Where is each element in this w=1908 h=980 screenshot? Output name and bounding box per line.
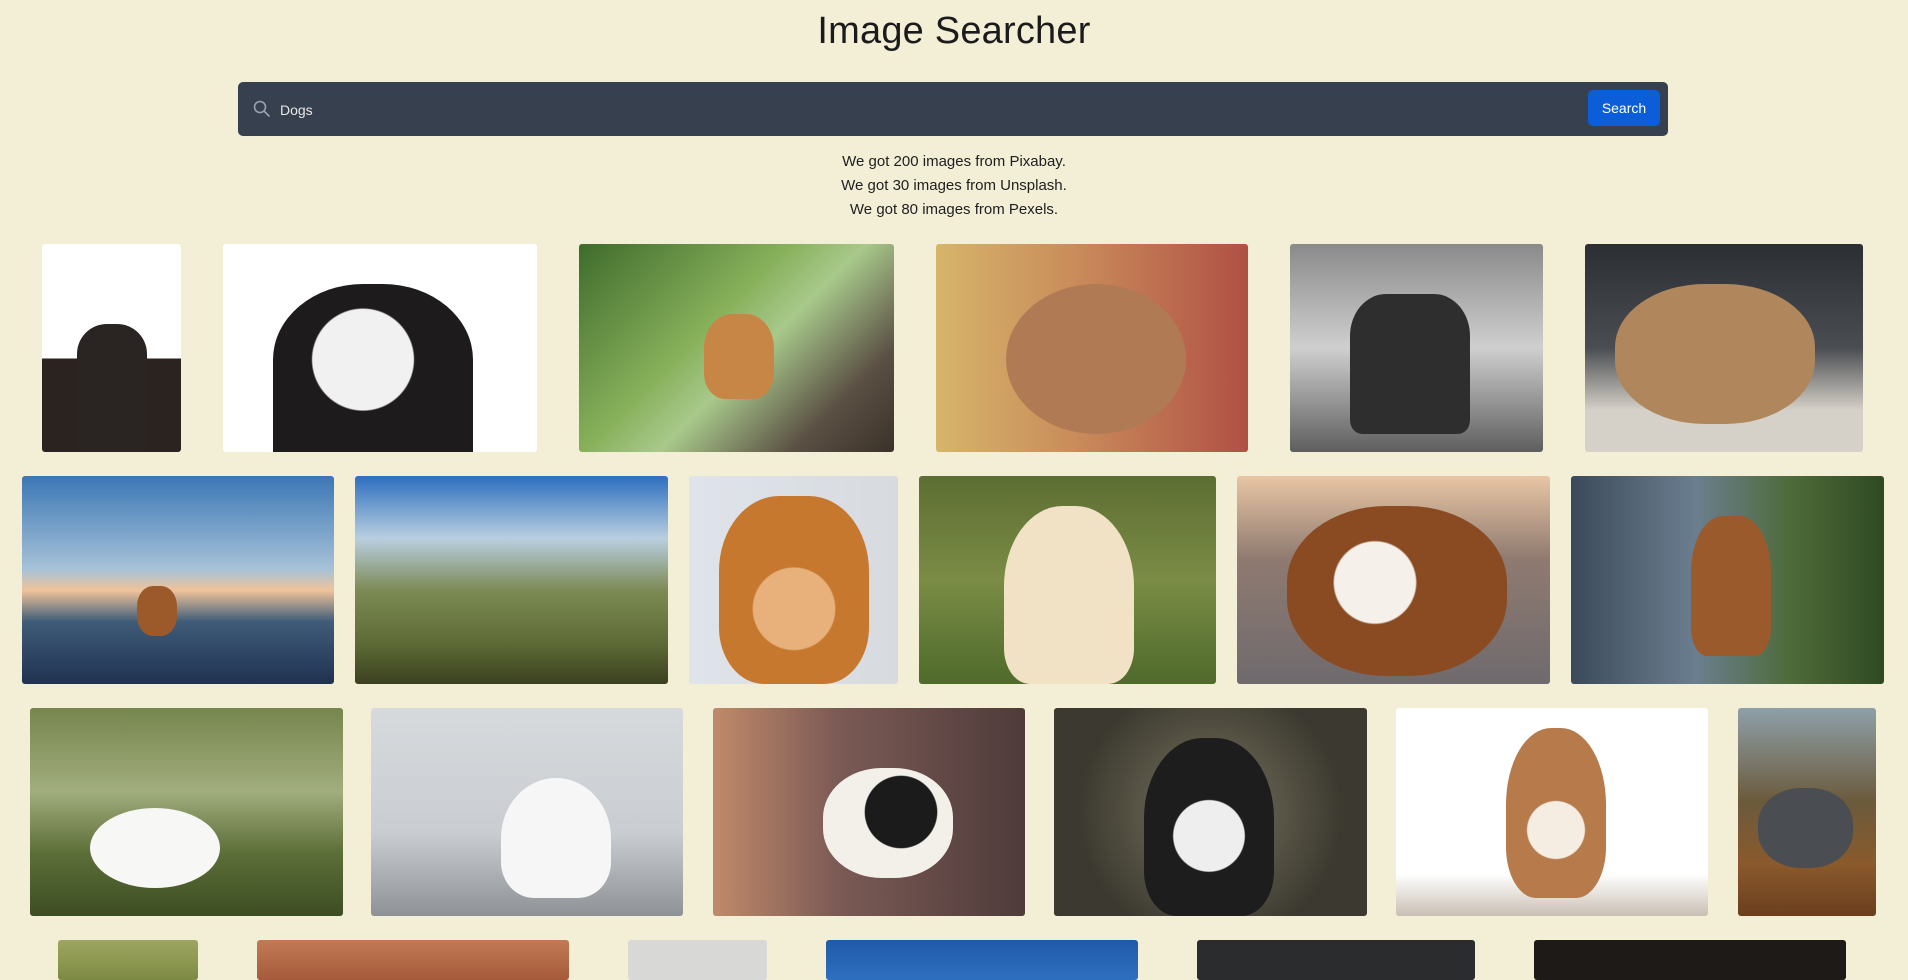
pexels-count: We got 80 images from Pexels.	[849, 201, 1059, 218]
dog-image[interactable]	[355, 476, 668, 684]
dog-image[interactable]	[1585, 244, 1863, 452]
results-stats: We got 200 images from Pixabay. We got 3…	[0, 150, 1908, 222]
dog-image[interactable]	[1396, 708, 1708, 916]
dog-image[interactable]	[257, 940, 569, 980]
search-input[interactable]	[278, 92, 1582, 128]
dog-image[interactable]	[1237, 476, 1550, 684]
dog-image[interactable]	[919, 476, 1216, 684]
dog-image[interactable]	[223, 244, 537, 452]
dog-image[interactable]	[371, 708, 683, 916]
unsplash-count: We got 30 images from Unsplash.	[841, 177, 1067, 194]
dog-image[interactable]	[22, 476, 334, 684]
dog-image[interactable]	[689, 476, 898, 684]
dog-image[interactable]	[579, 244, 894, 452]
search-bar: Search	[238, 82, 1668, 136]
search-icon	[252, 99, 272, 119]
dog-image[interactable]	[42, 244, 181, 452]
dog-image[interactable]	[1054, 708, 1367, 916]
dog-image[interactable]	[1571, 476, 1884, 684]
dog-image[interactable]	[826, 940, 1138, 980]
dog-image[interactable]	[1197, 940, 1475, 980]
dog-image[interactable]	[30, 708, 343, 916]
dog-image[interactable]	[58, 940, 198, 980]
dog-image[interactable]	[936, 244, 1248, 452]
dog-image[interactable]	[1534, 940, 1846, 980]
pixabay-count: We got 200 images from Pixabay.	[842, 153, 1066, 170]
dog-image[interactable]	[1290, 244, 1543, 452]
dog-image[interactable]	[1738, 708, 1876, 916]
dog-image[interactable]	[713, 708, 1025, 916]
search-button[interactable]: Search	[1588, 90, 1660, 126]
dog-image[interactable]	[628, 940, 767, 980]
page-title: Image Searcher	[817, 10, 1091, 52]
